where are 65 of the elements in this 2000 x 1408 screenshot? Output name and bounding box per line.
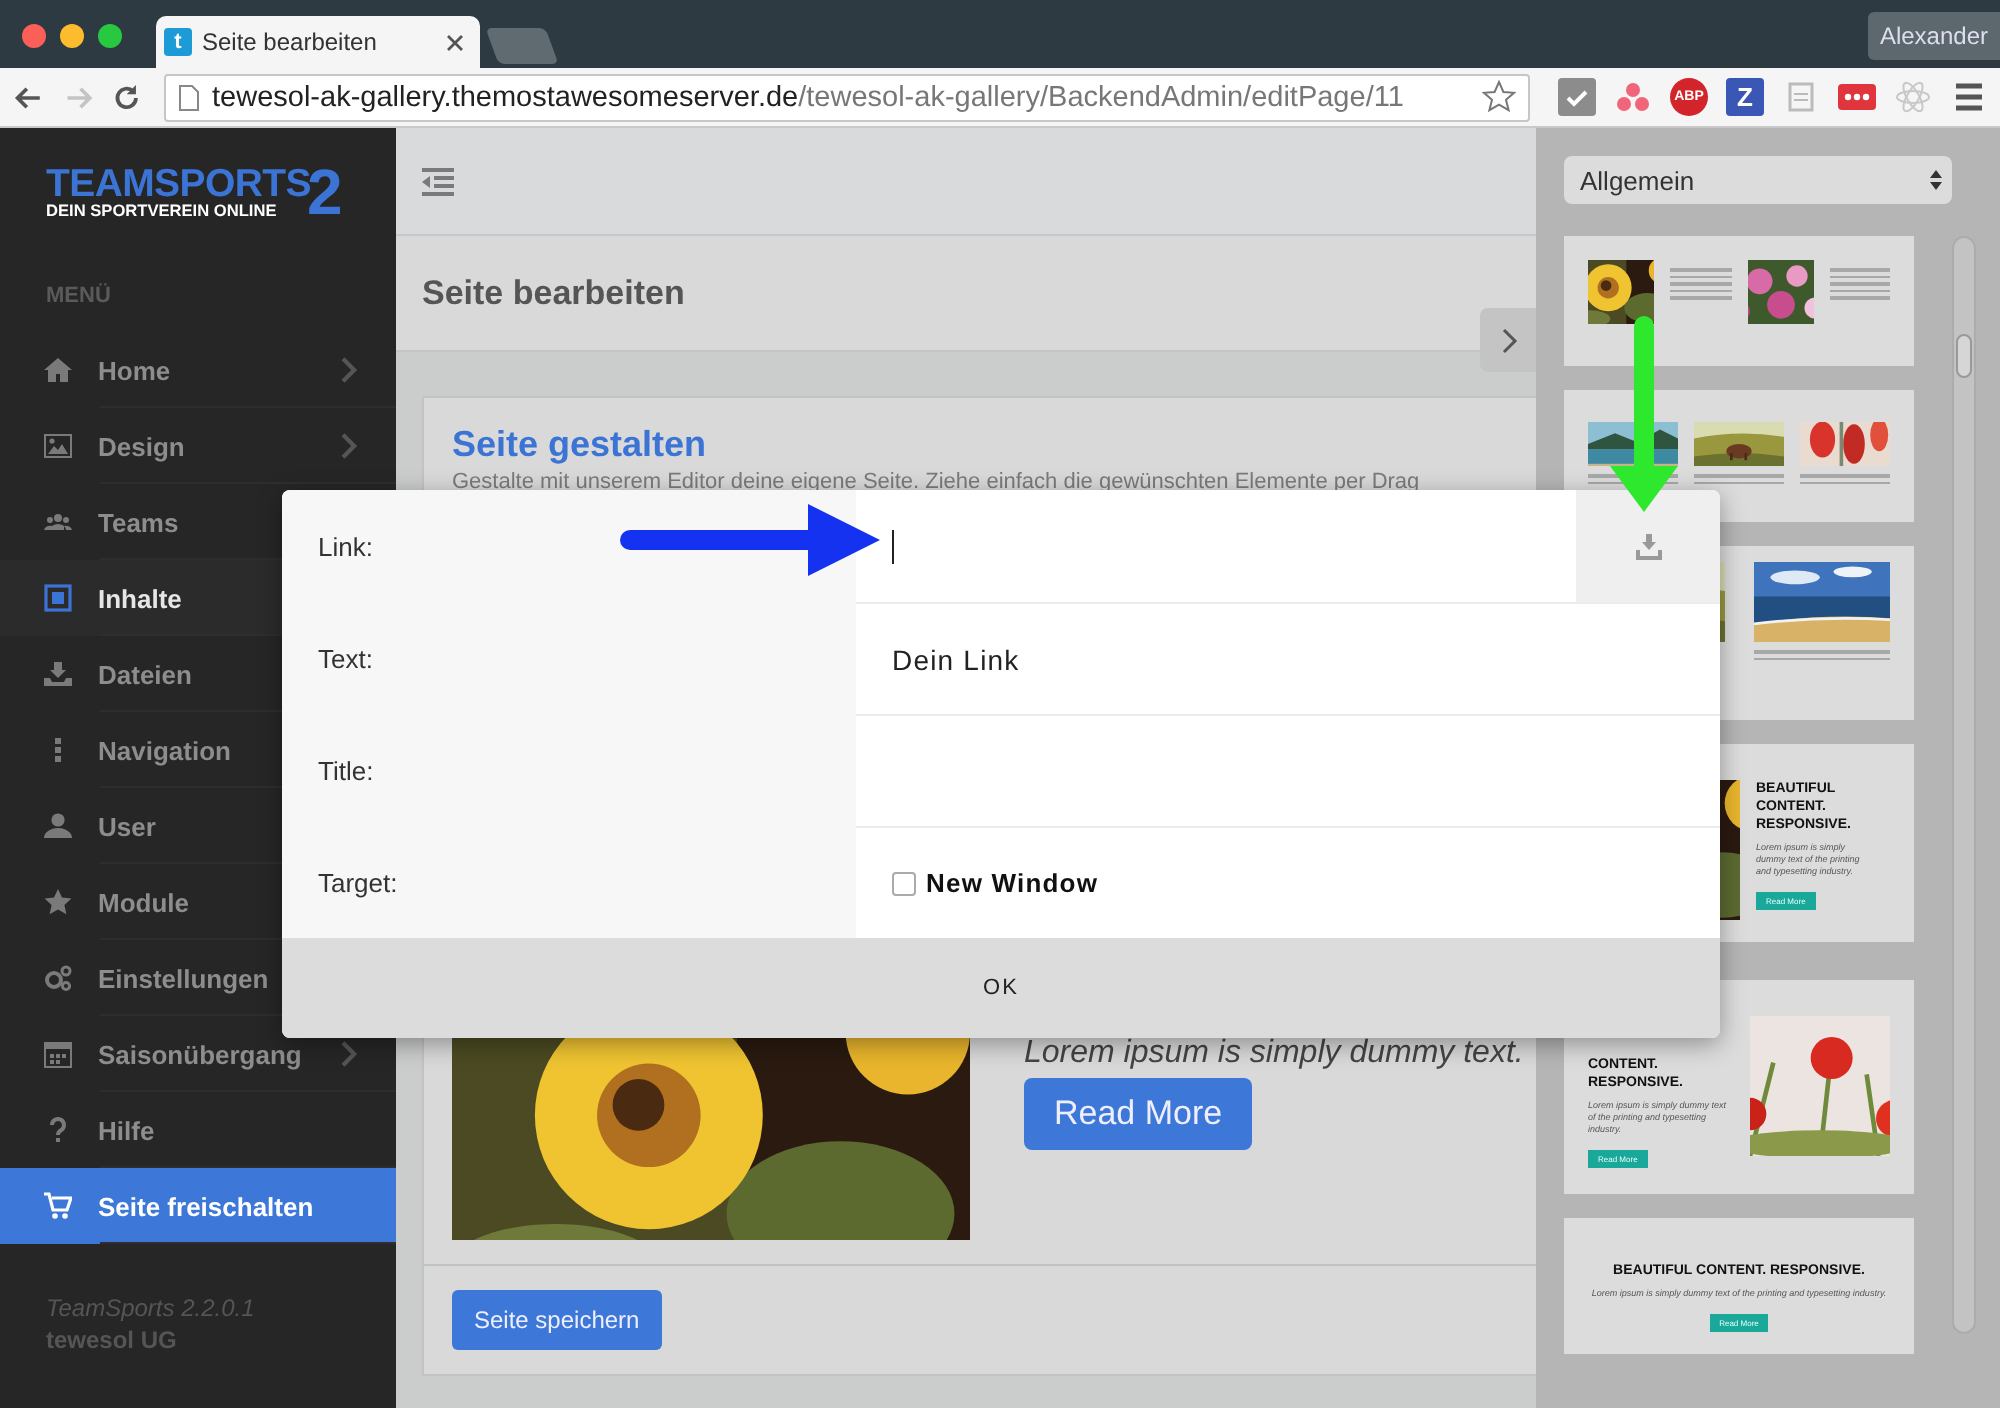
people-icon: [44, 508, 72, 536]
close-window-button[interactable]: [22, 24, 46, 48]
template-thumbnail[interactable]: [1564, 236, 1914, 366]
sidebar-item[interactable]: User: [0, 788, 396, 864]
page-icon: [178, 83, 201, 111]
ok-button[interactable]: OK: [282, 938, 1720, 1038]
profile-button[interactable]: Alexander: [1867, 12, 2000, 60]
placeholder-text-lines: [1753, 650, 1890, 660]
check-icon[interactable]: [1558, 78, 1597, 116]
field-label: Title:: [318, 755, 374, 785]
extension-button[interactable]: Z: [1726, 78, 1765, 116]
placeholder-text-lines: [1829, 268, 1890, 299]
square-icon: [44, 584, 72, 612]
placeholder-text-lines: [1694, 474, 1784, 484]
gears-icon: [44, 964, 72, 992]
teaser-text: Lorem ipsum is simply dummy text.: [1024, 1036, 1524, 1072]
maximize-window-button[interactable]: [98, 24, 122, 48]
field-label: Target:: [318, 867, 398, 897]
field-label: Text:: [318, 643, 373, 673]
sidebar-item[interactable]: Seite freischalten: [0, 1168, 396, 1244]
download-icon: [44, 660, 72, 688]
placeholder-text-lines: [1670, 268, 1731, 299]
three-dots-icon[interactable]: [1614, 78, 1653, 116]
checkbox[interactable]: [892, 871, 916, 895]
outdent-icon[interactable]: [422, 167, 454, 195]
user-icon: [44, 812, 72, 840]
star-icon[interactable]: [1482, 80, 1517, 114]
input-field[interactable]: Dein Link: [856, 604, 1720, 714]
star-icon: [44, 888, 72, 916]
home-icon: [44, 356, 72, 384]
image-icon: [44, 432, 72, 460]
cart-icon: [44, 1192, 72, 1220]
scrollbar[interactable]: [1952, 236, 1976, 1334]
section-description: Gestalte mit unserem Editor deine eigene Seite. Ziehe einfach die gewünschten Elemente per Drag: [452, 470, 1422, 494]
save-button[interactable]: Seite speichern: [452, 1290, 662, 1350]
panel-toggle-button[interactable]: [1480, 308, 1536, 372]
new-tab-button[interactable]: [485, 28, 559, 64]
placeholder-text-lines: [1800, 474, 1890, 484]
question-icon: [44, 1116, 72, 1144]
minimize-window-button[interactable]: [60, 24, 84, 48]
logo-number: 2: [306, 166, 343, 220]
field-label: Link:: [318, 531, 373, 561]
scrollbar-thumb[interactable]: [1956, 334, 1972, 378]
text-cursor: [892, 529, 894, 563]
logo-title: TEAMSPORTS: [46, 166, 311, 202]
category-select[interactable]: Allgemein: [1564, 156, 1952, 204]
site-icon: t: [164, 28, 192, 56]
read-more-button[interactable]: Read More: [1024, 1078, 1253, 1150]
sidebar-item[interactable]: Home: [0, 332, 396, 408]
section-heading: Seite gestalten: [452, 422, 709, 466]
address-bar[interactable]: tewesol-ak-gallery.themostawesomeserver.de/tewesol-ak-gallery/BackendAdmin/editPage/11: [164, 73, 1531, 121]
page-title: Seite bearbeiten: [396, 236, 1536, 352]
updown-icon: [1930, 170, 1942, 190]
tab-title: Seite bearbeiten: [202, 28, 379, 56]
browser-tab[interactable]: t Seite bearbeiten: [156, 16, 480, 68]
dots-icon[interactable]: [1838, 78, 1877, 116]
chevron-icon: [1502, 327, 1518, 353]
url-text: tewesol-ak-gallery.themostawesomeserver.de/tewesol-ak-gallery/BackendAdmin/editPage/11: [212, 81, 1406, 113]
sidebar-item[interactable]: Design: [0, 408, 396, 484]
checkbox-label: New Window: [926, 868, 1099, 898]
logo-subtitle: DEIN SPORTVEREIN ONLINE: [46, 202, 279, 220]
calendar-icon: [44, 1040, 72, 1068]
close-icon[interactable]: [446, 33, 464, 51]
download-icon: [1635, 533, 1661, 559]
sidebar-item[interactable]: Hilfe: [0, 1092, 396, 1168]
